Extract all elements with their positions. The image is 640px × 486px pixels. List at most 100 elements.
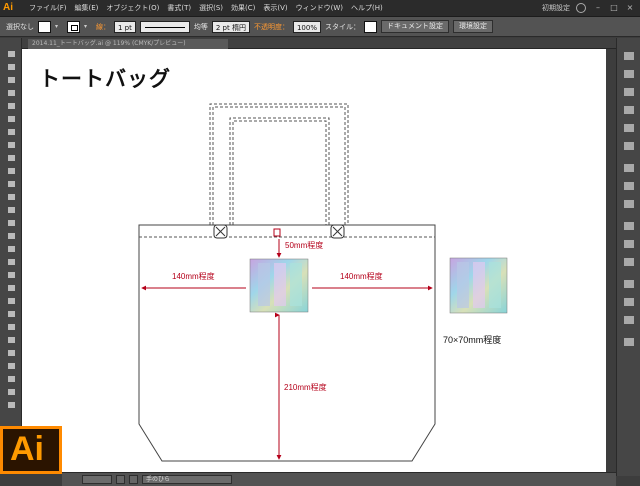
color-panel-icon[interactable] — [624, 52, 634, 60]
bag-handles — [209, 103, 349, 225]
document-settings-button[interactable]: ドキュメント設定 — [380, 20, 449, 33]
eraser-tool-icon[interactable] — [6, 193, 16, 201]
links-panel-icon[interactable] — [624, 338, 634, 346]
lasso-tool-icon[interactable] — [6, 89, 16, 97]
scale-tool-icon[interactable] — [6, 219, 16, 227]
appearance-panel-icon[interactable] — [624, 222, 634, 230]
brushes-panel-icon[interactable] — [624, 106, 634, 114]
menu-edit[interactable]: 編集(E) — [71, 3, 103, 13]
pathfinder-panel-icon[interactable] — [624, 316, 634, 324]
zoom-field[interactable] — [82, 475, 112, 484]
dimension-left: 140mm程度 — [172, 272, 215, 281]
stroke-profile-label[interactable]: 均等 — [194, 22, 208, 32]
next-artboard-icon[interactable] — [129, 475, 138, 484]
rotate-tool-icon[interactable] — [6, 206, 16, 214]
pencil-tool-icon[interactable] — [6, 167, 16, 175]
mesh-tool-icon[interactable] — [6, 284, 16, 292]
close-icon[interactable]: × — [624, 3, 636, 13]
tote-bag-drawing — [138, 103, 508, 462]
free-transform-tool-icon[interactable] — [6, 245, 16, 253]
chevron-down-icon[interactable]: ▾ — [84, 21, 92, 33]
panel-dock — [616, 38, 640, 476]
character-panel-icon[interactable] — [624, 258, 634, 266]
document-tab[interactable]: 2014.11_トートバッグ.ai @ 119% (CMYK/プレビュー) — [28, 39, 228, 49]
menu-window[interactable]: ウィンドウ(W) — [292, 3, 347, 13]
gradient-tool-icon[interactable] — [6, 297, 16, 305]
status-bar: 手のひら — [62, 472, 616, 486]
symbols-panel-icon[interactable] — [624, 124, 634, 132]
menu-bar: Ai ファイル(F) 編集(E) オブジェクト(O) 書式(T) 選択(S) 効… — [0, 0, 640, 17]
preferences-button[interactable]: 環境設定 — [452, 20, 493, 33]
stroke-panel-icon[interactable] — [624, 164, 634, 172]
tools-panel — [0, 38, 22, 426]
hologram-sticker-sample — [449, 257, 508, 314]
eyedropper-tool-icon[interactable] — [6, 310, 16, 318]
layers-panel-icon[interactable] — [624, 240, 634, 248]
dimension-right: 140mm程度 — [340, 272, 383, 281]
style-swatch[interactable] — [363, 20, 377, 33]
sample-size-note: 70×70mm程度 — [443, 335, 502, 345]
blob-brush-tool-icon[interactable] — [6, 180, 16, 188]
hand-tool-icon[interactable] — [6, 388, 16, 396]
direct-selection-tool-icon[interactable] — [6, 63, 16, 71]
artboard-title: トートバッグ — [39, 66, 171, 91]
color-guide-panel-icon[interactable] — [624, 70, 634, 78]
opacity-label[interactable]: 不透明度： — [254, 22, 289, 32]
rivet-left — [213, 224, 228, 239]
pen-tool-icon[interactable] — [6, 102, 16, 110]
illustrator-logo: Ai — [0, 426, 62, 474]
transparency-panel-icon[interactable] — [624, 200, 634, 208]
opacity-field[interactable]: 100% — [292, 20, 321, 33]
selection-status: 選択なし — [6, 22, 34, 31]
prev-artboard-icon[interactable] — [116, 475, 125, 484]
dimension-bottom: 210mm程度 — [284, 383, 327, 392]
graph-tool-icon[interactable] — [6, 349, 16, 357]
artboard[interactable]: トートバッグ 50mm程度 140mm程度 140mm程度 210mm程度 70… — [22, 49, 606, 472]
current-tool-status: 手のひら — [142, 475, 232, 484]
maximize-icon[interactable]: □ — [608, 3, 620, 13]
brush-field[interactable]: 2 pt 楕円 — [211, 20, 250, 33]
magic-wand-tool-icon[interactable] — [6, 76, 16, 84]
menu-file[interactable]: ファイル(F) — [25, 3, 71, 13]
rivet-right — [330, 224, 345, 239]
swatches-panel-icon[interactable] — [624, 88, 634, 96]
app-logo: Ai — [3, 2, 13, 13]
zoom-tool-icon[interactable] — [6, 401, 16, 409]
stroke-label[interactable]: 線： — [96, 22, 110, 32]
workspace-switcher[interactable]: 初期設定 — [542, 3, 570, 13]
stroke-weight-field[interactable]: 1 pt — [114, 20, 136, 33]
gradient-panel-icon[interactable] — [624, 182, 634, 190]
slice-tool-icon[interactable] — [6, 375, 16, 383]
minimize-icon[interactable]: – — [592, 3, 604, 13]
selection-tool-icon[interactable] — [6, 50, 16, 58]
menu-help[interactable]: ヘルプ(H) — [347, 3, 387, 13]
rectangle-tool-icon[interactable] — [6, 141, 16, 149]
stroke-profile-preview[interactable] — [139, 20, 190, 33]
control-bar: 選択なし ▾ ▾ 線： 1 pt 均等 2 pt 楕円 不透明度： 100% ス… — [0, 17, 640, 37]
type-tool-icon[interactable] — [6, 115, 16, 123]
menu-select[interactable]: 選択(S) — [195, 3, 227, 13]
graphic-styles-panel-icon[interactable] — [624, 142, 634, 150]
shape-builder-tool-icon[interactable] — [6, 258, 16, 266]
paintbrush-tool-icon[interactable] — [6, 154, 16, 162]
menu-view[interactable]: 表示(V) — [259, 3, 291, 13]
menu-type[interactable]: 書式(T) — [163, 3, 195, 13]
fill-swatch[interactable] — [38, 20, 51, 33]
stroke-swatch[interactable] — [67, 20, 80, 33]
dimension-top: 50mm程度 — [285, 241, 324, 250]
menu-object[interactable]: オブジェクト(O) — [102, 3, 163, 13]
blend-tool-icon[interactable] — [6, 323, 16, 331]
symbol-sprayer-tool-icon[interactable] — [6, 336, 16, 344]
document-tab-bar: 2014.11_トートバッグ.ai @ 119% (CMYK/プレビュー) — [22, 38, 616, 49]
search-icon[interactable] — [576, 3, 586, 13]
align-panel-icon[interactable] — [624, 280, 634, 288]
menu-effect[interactable]: 効果(C) — [227, 3, 259, 13]
transform-panel-icon[interactable] — [624, 298, 634, 306]
line-tool-icon[interactable] — [6, 128, 16, 136]
artboard-tool-icon[interactable] — [6, 362, 16, 370]
hologram-sticker — [249, 258, 309, 313]
chevron-down-icon[interactable]: ▾ — [55, 21, 63, 33]
perspective-grid-tool-icon[interactable] — [6, 271, 16, 279]
style-label: スタイル： — [324, 22, 360, 31]
warp-tool-icon[interactable] — [6, 232, 16, 240]
